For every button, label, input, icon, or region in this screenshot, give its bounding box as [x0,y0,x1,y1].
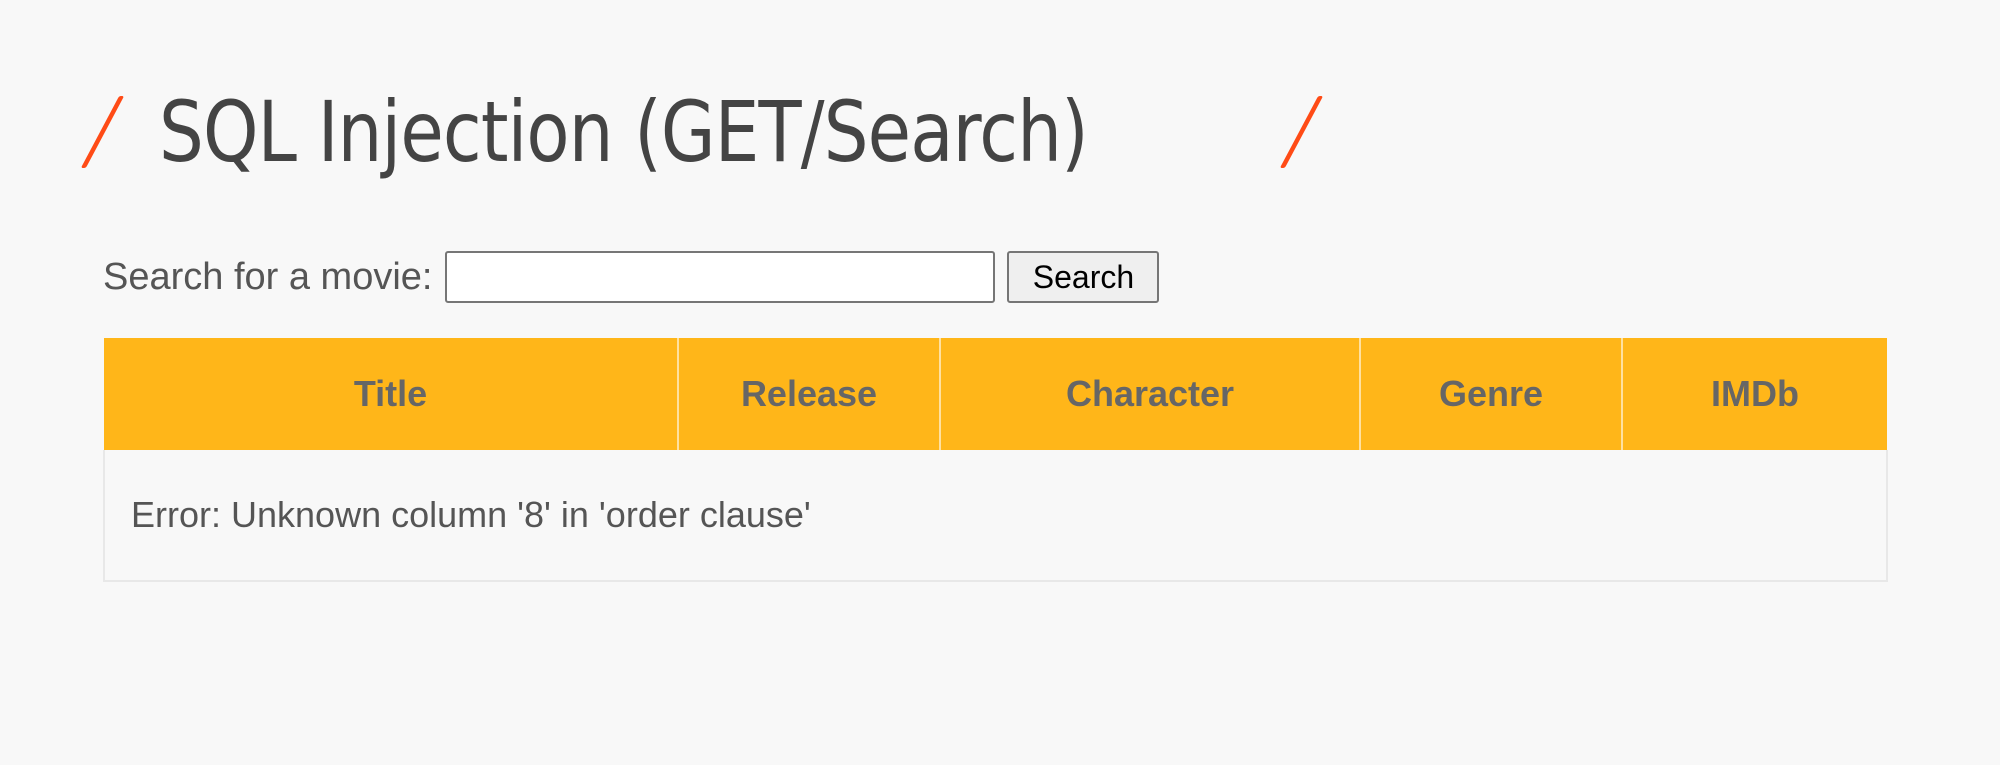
column-header-title: Title [104,338,678,450]
results-table: Title Release Character Genre IMDb Error… [103,338,1888,582]
column-header-genre: Genre [1359,338,1622,450]
page: SQL Injection (GET/Search) Search for a … [0,0,2000,765]
search-button[interactable]: Search [1007,251,1160,303]
search-label: Search for a movie: [103,255,433,298]
slash-icon [80,96,125,168]
search-form: Search for a movie: Search [103,250,1160,304]
column-header-imdb: IMDb [1621,338,1887,450]
column-header-character: Character [939,338,1360,450]
search-input[interactable] [445,251,996,303]
slash-icon [1279,96,1323,168]
error-message: Error: Unknown column '8' in 'order clau… [103,450,1888,582]
page-title: SQL Injection (GET/Search) [159,83,1089,181]
table-row: Error: Unknown column '8' in 'order clau… [103,450,1888,582]
column-header-release: Release [677,338,940,450]
table-header-row: Title Release Character Genre IMDb [104,338,1887,450]
page-header: SQL Injection (GET/Search) [80,72,1323,192]
